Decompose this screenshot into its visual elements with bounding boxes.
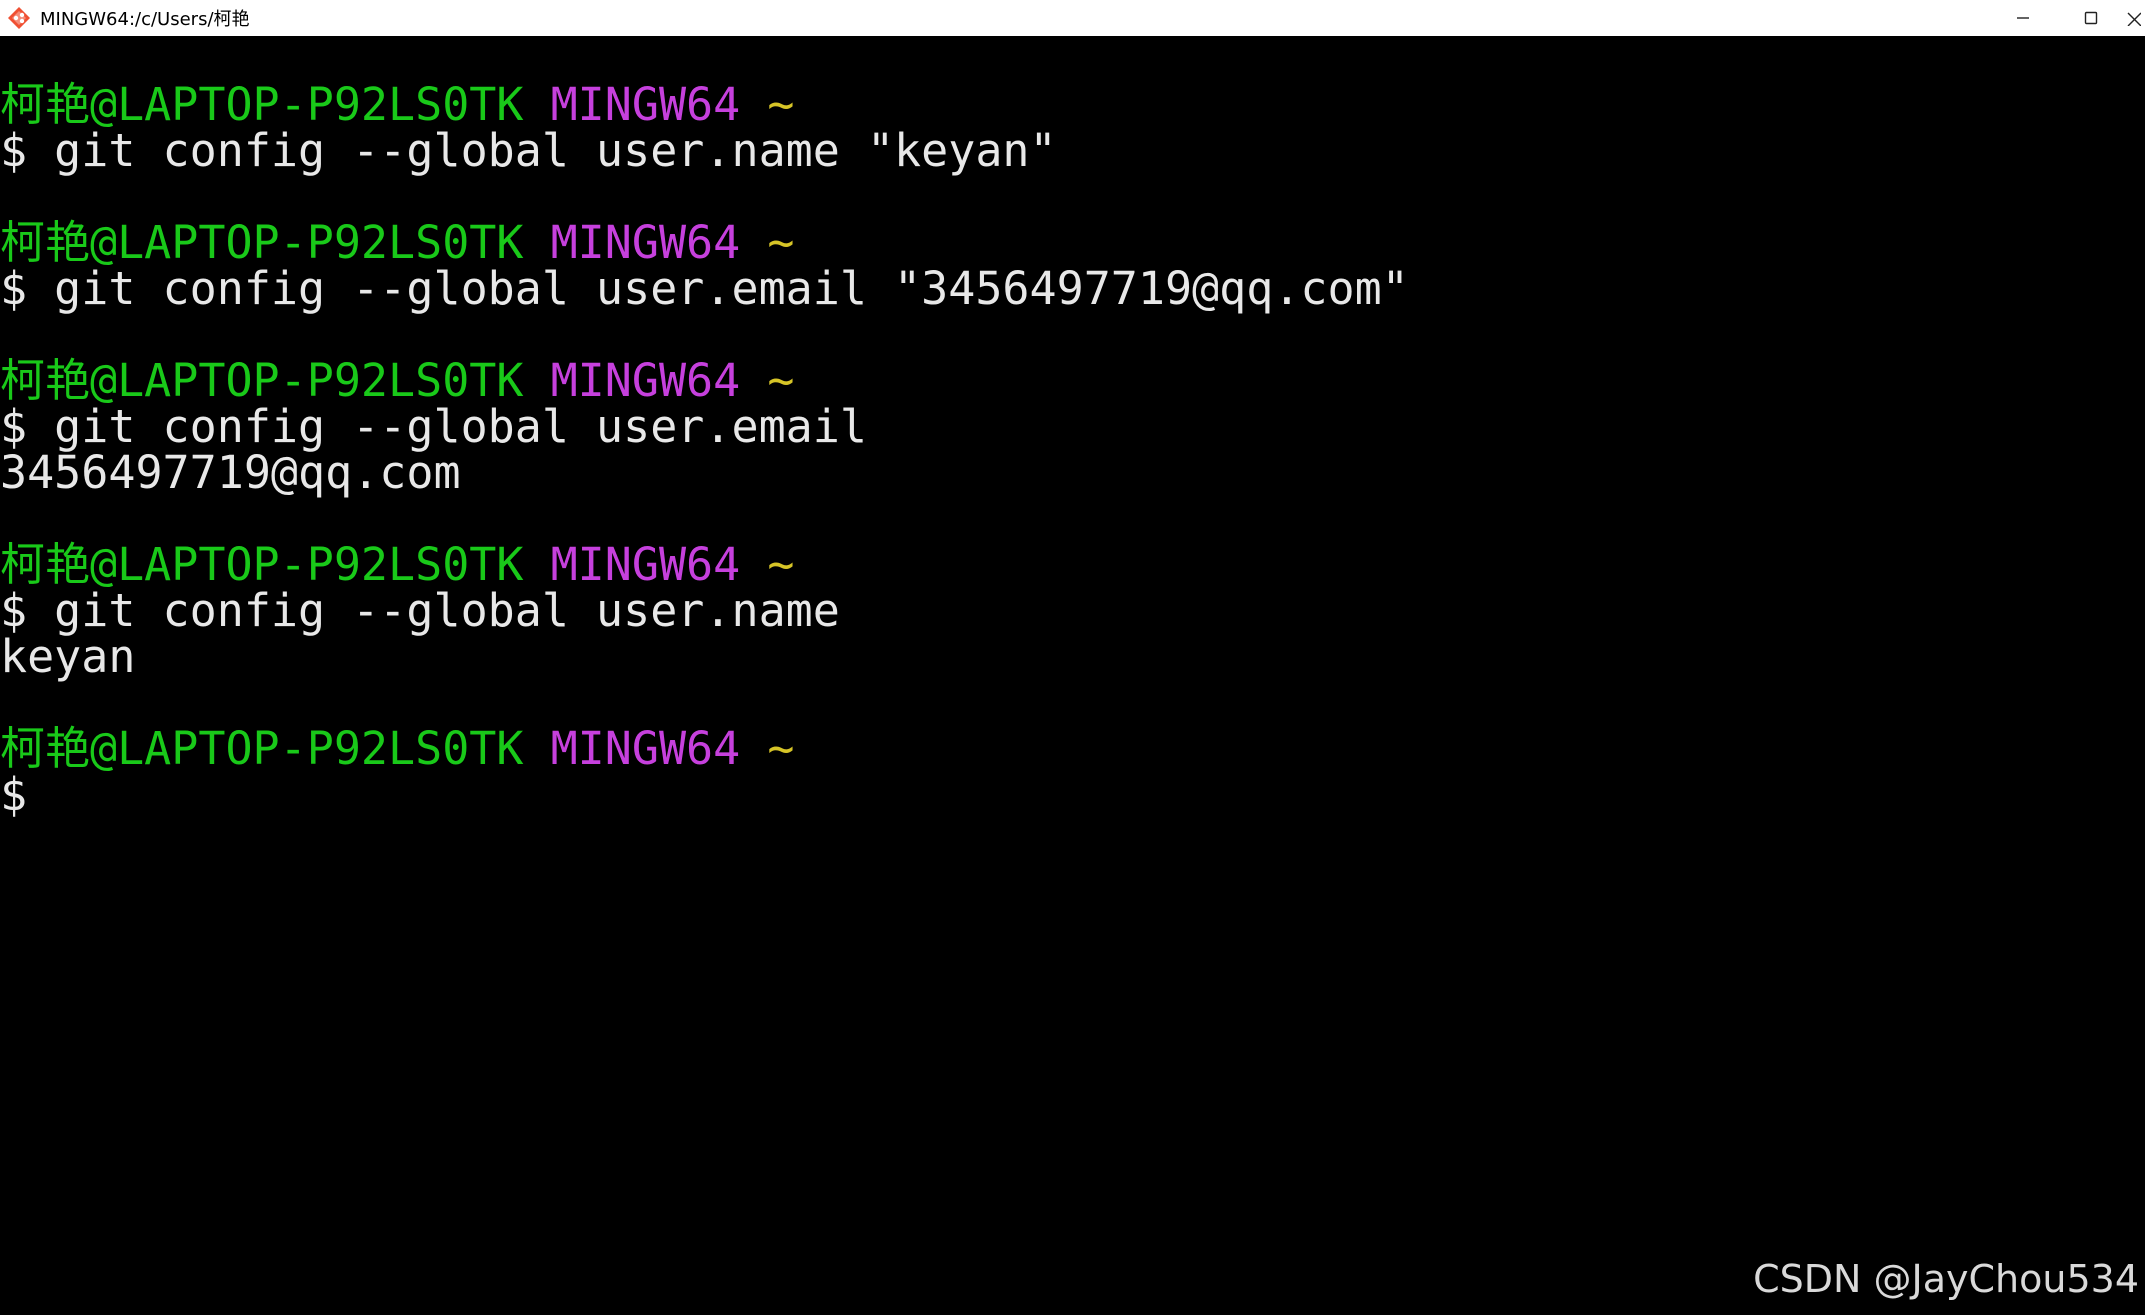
close-icon (2127, 12, 2141, 26)
command-output: 3456497719@qq.com (0, 446, 461, 499)
prompt-line: 柯艳@LAPTOP-P92LS0TK MINGW64 ~ (0, 542, 794, 588)
minimize-button[interactable] (1989, 0, 2057, 36)
prompt-line: 柯艳@LAPTOP-P92LS0TK MINGW64 ~ (0, 358, 794, 404)
maximize-icon (2084, 11, 2098, 25)
minimize-icon (2017, 17, 2029, 19)
prompt-user-host: 柯艳@LAPTOP-P92LS0TK (0, 722, 524, 775)
command-line: $ git config --global user.name (0, 584, 840, 637)
terminal-window: MINGW64:/c/Users/柯艳 柯艳@LAPTOP-P92LS0TK M… (0, 0, 2145, 1315)
command-output: keyan (0, 630, 136, 683)
prompt-system: MINGW64 (550, 722, 741, 775)
command-prompt-input[interactable]: $ (0, 772, 27, 818)
prompt-line: 柯艳@LAPTOP-P92LS0TK MINGW64 ~ (0, 220, 794, 266)
prompt-path: ~ (767, 722, 795, 775)
command-line: $ git config --global user.email "345649… (0, 262, 1409, 315)
window-title: MINGW64:/c/Users/柯艳 (40, 9, 250, 30)
command-line: $ git config --global user.name "keyan" (0, 124, 1057, 177)
command-line: $ git config --global user.email (0, 400, 867, 453)
prompt-line: 柯艳@LAPTOP-P92LS0TK MINGW64 ~ (0, 82, 794, 128)
terminal-output[interactable]: 柯艳@LAPTOP-P92LS0TK MINGW64 ~ $ git confi… (0, 36, 2145, 1315)
prompt-line: 柯艳@LAPTOP-P92LS0TK MINGW64 ~ (0, 726, 794, 772)
watermark: CSDN @JayChou534 (1753, 1257, 2139, 1301)
close-button[interactable] (2125, 0, 2145, 36)
git-bash-icon (6, 5, 32, 31)
maximize-button[interactable] (2057, 0, 2125, 36)
window-controls (1989, 0, 2145, 36)
title-bar[interactable]: MINGW64:/c/Users/柯艳 (0, 0, 2145, 36)
